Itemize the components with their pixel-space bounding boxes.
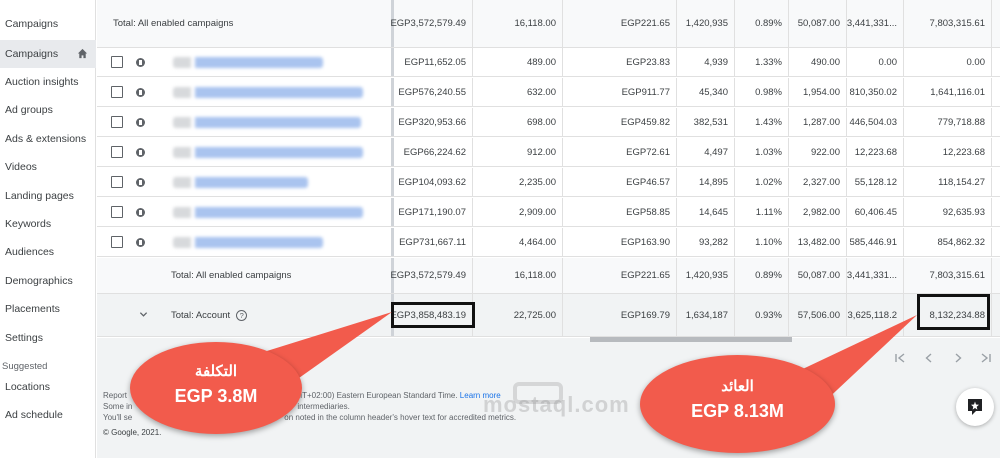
cost-callout: التكلفة EGP 3.8M [130,342,302,434]
return-callout-value: EGP 8.13M [691,401,784,421]
return-callout: العائد EGP 8.13M [640,355,835,453]
cost-callout-value: EGP 3.8M [174,386,258,406]
return-callout-title: العائد [721,378,754,395]
cost-callout-title: التكلفة [194,363,238,380]
